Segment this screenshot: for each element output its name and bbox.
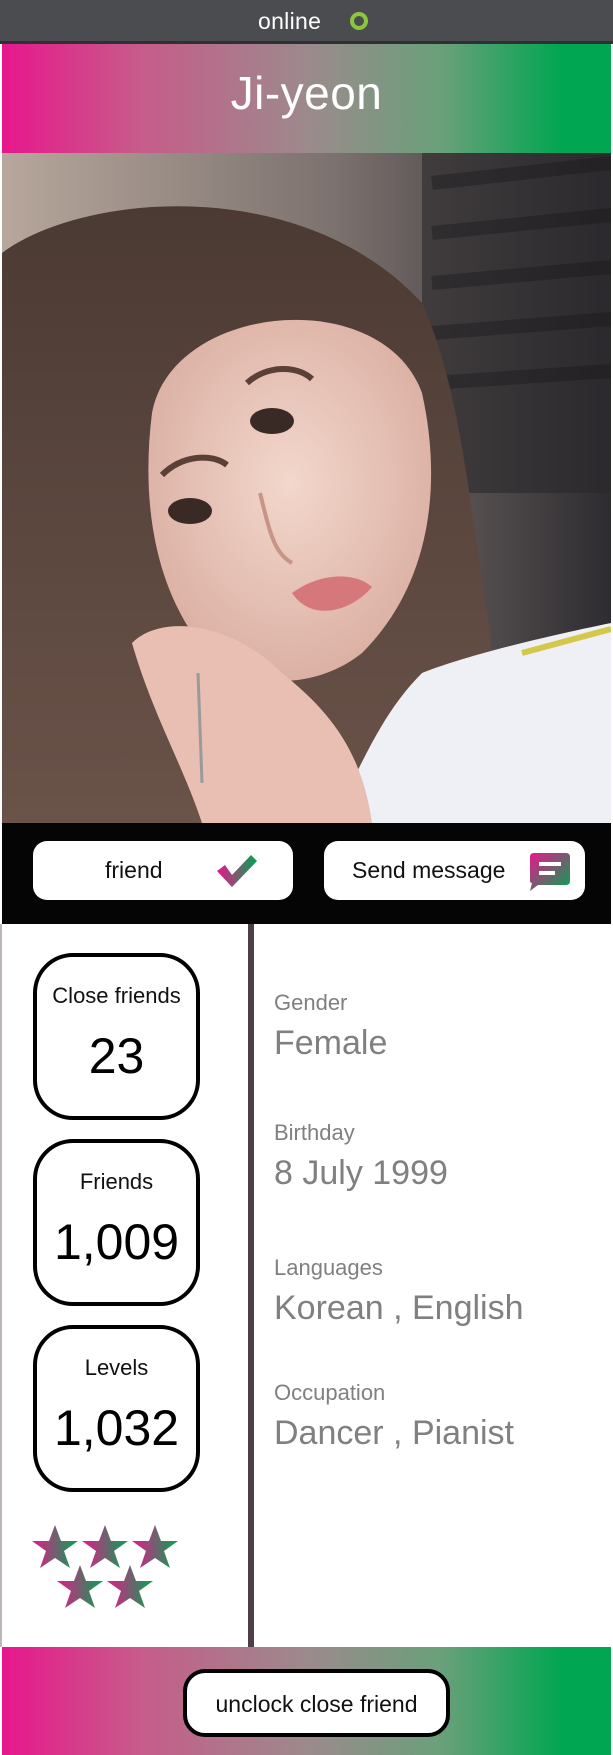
- online-indicator-icon: [350, 12, 368, 30]
- star-icon: [82, 1525, 128, 1568]
- profile-header: Ji-yeon: [2, 44, 611, 153]
- info-label-gender: Gender: [274, 990, 348, 1015]
- stat-card-close-friends[interactable]: Close friends 23: [33, 953, 200, 1120]
- friend-button[interactable]: friend: [33, 841, 293, 900]
- stat-label: Close friends: [52, 983, 181, 1008]
- friend-button-label: friend: [105, 857, 163, 883]
- star-icon: [132, 1525, 178, 1568]
- checkmark-icon: [215, 853, 259, 894]
- profile-photo[interactable]: [2, 153, 611, 823]
- action-bar: friend Send message: [2, 823, 611, 924]
- info-label-languages: Languages: [274, 1255, 383, 1280]
- info-value-birthday: 8 July 1999: [274, 1154, 448, 1192]
- info-value-occupation: Dancer , Pianist: [274, 1414, 514, 1452]
- profile-screen: online Ji-yeon friend Send message Close…: [0, 0, 613, 1755]
- online-status-text: online: [258, 8, 322, 34]
- star-icon: [57, 1565, 103, 1608]
- stat-label: Friends: [79, 1169, 154, 1194]
- stat-value: 23: [88, 1028, 145, 1084]
- info-label-birthday: Birthday: [274, 1120, 355, 1145]
- unlock-close-friend-label: unclock close friend: [215, 1691, 418, 1717]
- stat-card-levels[interactable]: Levels 1,032: [33, 1325, 200, 1492]
- unlock-close-friend-button[interactable]: unclock close friend: [183, 1669, 450, 1737]
- send-message-button[interactable]: Send message: [324, 841, 585, 900]
- chat-bubble-icon: [528, 853, 570, 896]
- panel-divider: [248, 924, 254, 1647]
- send-message-label: Send message: [352, 857, 506, 883]
- info-value-languages: Korean , English: [274, 1289, 524, 1327]
- star-icon: [107, 1565, 153, 1608]
- stat-value: 1,032: [53, 1400, 180, 1456]
- profile-name: Ji-yeon: [230, 67, 383, 119]
- status-bar: online: [0, 0, 613, 44]
- footer-bar: unclock close friend: [2, 1647, 611, 1755]
- star-icon: [32, 1525, 78, 1568]
- stat-card-friends[interactable]: Friends 1,009: [33, 1139, 200, 1306]
- info-label-occupation: Occupation: [274, 1380, 386, 1405]
- stat-label: Levels: [84, 1355, 149, 1380]
- info-value-gender: Female: [274, 1024, 388, 1062]
- star-rating: [30, 1520, 200, 1615]
- stat-value: 1,009: [53, 1214, 180, 1270]
